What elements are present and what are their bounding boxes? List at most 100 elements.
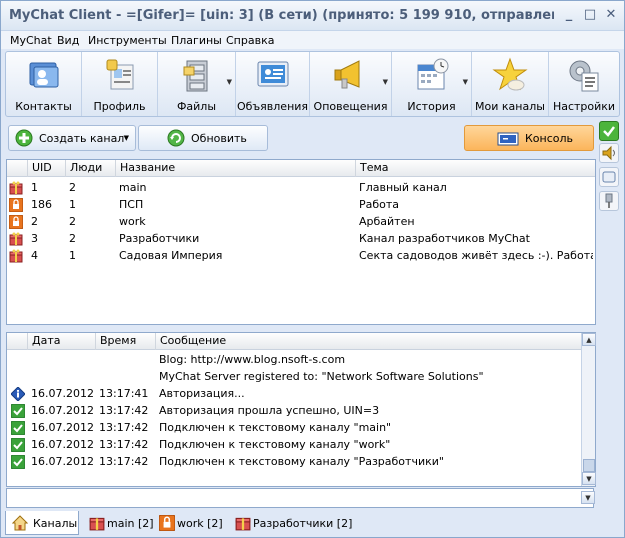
info-icon (11, 387, 25, 401)
right-sidebar (599, 119, 621, 515)
console-label: Консоль (525, 132, 574, 145)
log-scrollbar[interactable]: ▲ ▼ (581, 333, 596, 486)
bottom-tabs: Каналы main [2] work [2] Разработчики [2… (1, 509, 624, 537)
table-row[interactable]: 3 2 Разработчики Канал разработчиков MyC… (7, 231, 595, 248)
status-online-button[interactable] (599, 121, 619, 141)
channel-topic: Главный канал (359, 181, 447, 194)
check-icon (11, 438, 25, 452)
toolbar-files-label: Файлы (176, 100, 217, 113)
window-mode-button[interactable] (599, 167, 619, 187)
gift-icon (9, 249, 23, 263)
gift-icon (9, 232, 23, 246)
channel-uid: 1 (31, 181, 38, 194)
log-date: 16.07.2012 (31, 387, 94, 400)
notifications-dropdown-arrow-icon[interactable]: ▼ (383, 78, 388, 86)
scroll-thumb[interactable] (583, 459, 595, 472)
log-panel: Дата Время Сообщение Blog: http://www.bl… (6, 332, 596, 487)
check-icon (11, 421, 25, 435)
channel-people: 2 (69, 181, 76, 194)
log-icon-column-header[interactable] (7, 333, 27, 350)
refresh-label: Обновить (191, 132, 247, 145)
tab-developers-label: Разработчики [2] (253, 517, 353, 530)
toolbar-history-label: История (407, 100, 456, 113)
toolbar-profile-button[interactable]: Профиль (82, 52, 158, 116)
menu-help[interactable]: Справка (226, 34, 274, 47)
toolbar-notifications-button[interactable]: Оповещения ▼ (310, 52, 392, 116)
table-row[interactable]: 1 2 main Главный канал (7, 180, 595, 197)
create-channel-dropdown-icon[interactable]: ▼ (124, 134, 129, 142)
log-row: MyChat Server registered to: "Network So… (7, 369, 581, 386)
scroll-up-icon[interactable]: ▲ (582, 333, 596, 346)
date-column-header[interactable]: Дата (27, 333, 95, 350)
tab-developers[interactable]: Разработчики [2] (229, 511, 353, 535)
log-row: 16.07.2012 13:17:42 Подключен к текстово… (7, 420, 581, 437)
minimize-button[interactable]: _ (561, 8, 577, 24)
console-icon (497, 132, 519, 146)
message-column-header[interactable]: Сообщение (155, 333, 581, 350)
lock-icon (9, 215, 23, 229)
checkmark-icon (603, 126, 615, 137)
name-column-header[interactable]: Название (115, 160, 355, 177)
toolbar-contacts-button[interactable]: Контакты (6, 52, 82, 116)
create-channel-label: Создать канал (39, 132, 125, 145)
gift-icon (9, 181, 23, 195)
create-channel-button[interactable]: Создать канал ▼ (8, 125, 136, 151)
people-column-header[interactable]: Люди (65, 160, 115, 177)
toolbar-my-channels-label: Мои каналы (475, 100, 545, 113)
menu-mychat[interactable]: MyChat (10, 34, 52, 47)
channel-name: main (119, 181, 147, 194)
log-date: 16.07.2012 (31, 421, 94, 434)
lock-icon (9, 198, 23, 212)
tab-main[interactable]: main [2] (83, 511, 154, 535)
channel-name: work (119, 215, 146, 228)
home-icon (12, 515, 28, 531)
pin-button[interactable] (599, 191, 619, 211)
channel-topic: Арбайтен (359, 215, 415, 228)
log-date: 16.07.2012 (31, 438, 94, 451)
maximize-button[interactable]: □ (582, 8, 598, 24)
console-button[interactable]: Консоль (464, 125, 594, 151)
toolbar-settings-label: Настройки (552, 100, 616, 113)
contacts-icon (29, 62, 58, 88)
splitter[interactable] (6, 326, 596, 331)
table-row[interactable]: 4 1 Садовая Империя Секта садоводов живё… (7, 248, 595, 265)
icon-column-header[interactable] (7, 160, 27, 177)
toolbar-announcements-button[interactable]: Объявления (236, 52, 310, 116)
toolbar-files-button[interactable]: Файлы ▼ (158, 52, 236, 116)
gift-icon (235, 517, 251, 531)
log-time: 13:17:42 (99, 455, 149, 468)
tab-channels[interactable]: Каналы (5, 511, 79, 535)
files-icon (183, 60, 207, 92)
toolbar-history-button[interactable]: История ▼ (392, 52, 472, 116)
toolbar-my-channels-button[interactable]: Мои каналы (472, 52, 549, 116)
files-dropdown-arrow-icon[interactable]: ▼ (227, 78, 232, 86)
table-row[interactable]: 2 2 work Арбайтен (7, 214, 595, 231)
main-window: MyChat Client - =[Gifer]= [uin: 3] (В се… (0, 0, 625, 538)
menu-bar: MyChat Вид Инструменты Плагины Справка (1, 31, 624, 49)
log-row: Blog: http://www.blog.nsoft-s.com (7, 352, 581, 369)
input-dropdown-icon[interactable]: ▼ (581, 491, 595, 504)
refresh-button[interactable]: Обновить (138, 125, 268, 151)
channel-actions-bar: Создать канал ▼ Обновить Консоль (6, 123, 598, 155)
log-message: Авторизация прошла успешно, UIN=3 (159, 404, 380, 417)
tab-work[interactable]: work [2] (153, 511, 225, 535)
history-dropdown-arrow-icon[interactable]: ▼ (463, 78, 468, 86)
console-command-input[interactable]: ▼ (6, 488, 595, 508)
menu-tools[interactable]: Инструменты (88, 34, 167, 47)
close-button[interactable]: ✕ (603, 8, 619, 24)
toolbar-settings-button[interactable]: Настройки (549, 52, 619, 116)
topic-column-header[interactable]: Тема (355, 160, 595, 177)
refresh-icon (167, 129, 185, 147)
sound-toggle-button[interactable] (599, 143, 619, 163)
channel-uid: 3 (31, 232, 38, 245)
window-icon (602, 171, 616, 183)
scroll-down-icon[interactable]: ▼ (582, 472, 596, 485)
title-bar[interactable]: MyChat Client - =[Gifer]= [uin: 3] (В се… (1, 1, 624, 31)
channel-people: 2 (69, 215, 76, 228)
toolbar-profile-label: Профиль (93, 100, 146, 113)
menu-plugins[interactable]: Плагины (171, 34, 222, 47)
time-column-header[interactable]: Время (95, 333, 155, 350)
table-row[interactable]: 186 1 ПСП Работа (7, 197, 595, 214)
uid-column-header[interactable]: UID (27, 160, 65, 177)
menu-view[interactable]: Вид (57, 34, 79, 47)
